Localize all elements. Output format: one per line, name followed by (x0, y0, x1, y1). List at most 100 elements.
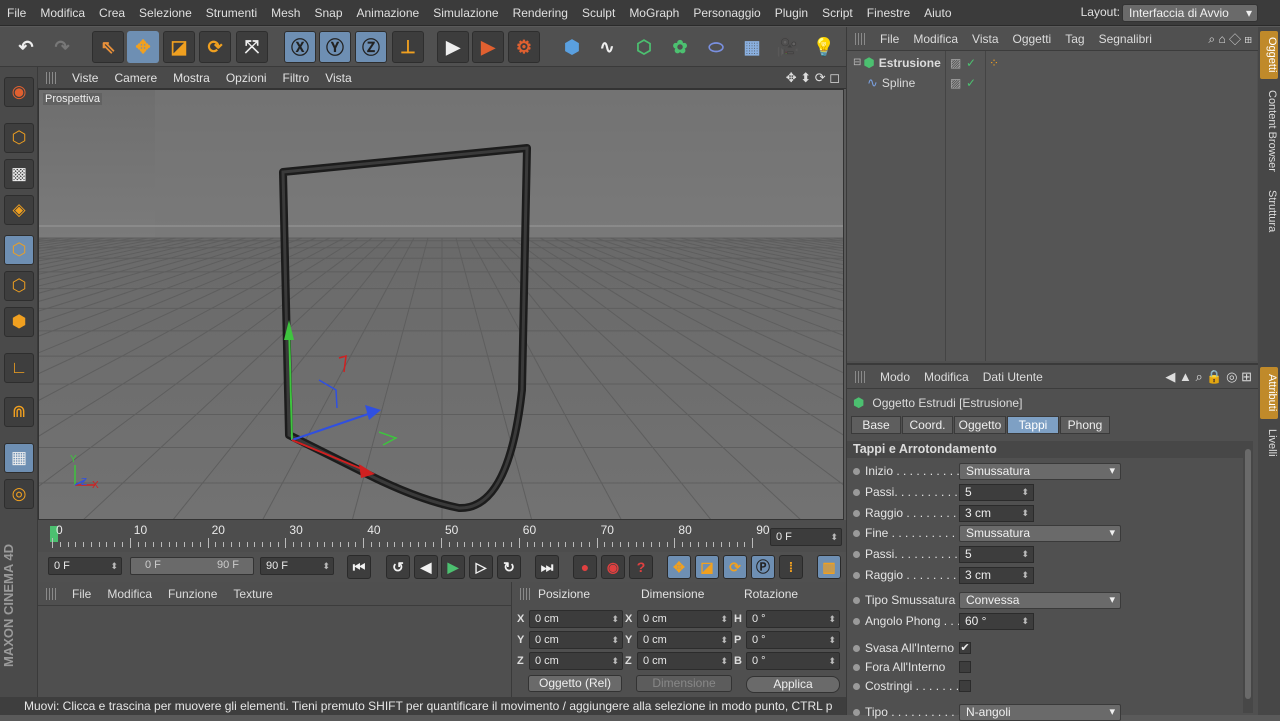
play-icon[interactable]: ▶ (441, 555, 465, 579)
axis-mode-icon[interactable]: ∟ (4, 353, 34, 383)
pos-z-field[interactable]: 0 cm (529, 652, 623, 670)
attr-checkbox[interactable]: ✔ (959, 642, 971, 654)
panel-grip[interactable] (46, 587, 58, 600)
dim-x-field[interactable]: 0 cm (637, 610, 732, 628)
panel-grip[interactable] (520, 588, 532, 600)
previous-key-icon[interactable]: ↺ (386, 555, 410, 579)
subdivision-surface-icon[interactable]: ⬡ (628, 31, 660, 63)
floor-icon[interactable]: ▦ (736, 31, 768, 63)
rot-p-field[interactable]: 0 ° (746, 631, 840, 649)
animate-dot-icon[interactable] (853, 644, 860, 652)
tree-item-estrusione[interactable]: ⊟ ⬢ Estrusione ▨ ✓ ⁘ (853, 53, 999, 72)
tab-oggetto[interactable]: Oggetto (954, 416, 1006, 434)
pos-x-field[interactable]: 0 cm (529, 610, 623, 628)
next-key-icon[interactable]: ↻ (497, 555, 521, 579)
material-menu-texture[interactable]: Texture (225, 587, 280, 601)
menu-mesh[interactable]: Mesh (264, 6, 307, 20)
z-axis-lock-icon[interactable]: Ⓩ (355, 31, 387, 63)
x-axis-lock-icon[interactable]: Ⓧ (284, 31, 316, 63)
attr-number-field[interactable]: 5 (959, 484, 1034, 501)
attr-scrollbar[interactable] (1243, 441, 1253, 713)
attr-menu-modo[interactable]: Modo (873, 370, 917, 384)
attr-checkbox[interactable] (959, 680, 971, 692)
side-tab-livelli[interactable]: Livelli (1260, 423, 1278, 463)
objects-menu-modifica[interactable]: Modifica (906, 32, 965, 46)
attr-dropdown[interactable]: N-angoli (959, 704, 1121, 721)
attr-menu-dati-utente[interactable]: Dati Utente (976, 370, 1050, 384)
viewport-navigation-icon[interactable]: ✥ ⬍ ⟳ ◻ (786, 70, 840, 86)
next-frame-icon[interactable]: ▷ (469, 555, 493, 579)
panel-grip[interactable] (855, 370, 867, 383)
redo-icon[interactable]: ↷ (46, 31, 78, 63)
workplane-rotate-icon[interactable]: ◎ (4, 479, 34, 509)
menu-sculpt[interactable]: Sculpt (575, 6, 622, 20)
objects-menu-file[interactable]: File (873, 32, 906, 46)
material-menu-file[interactable]: File (64, 587, 99, 601)
go-to-end-icon[interactable]: ⏭ (535, 555, 559, 579)
cube-icon[interactable]: ⬢ (556, 31, 588, 63)
attr-dropdown[interactable]: Smussatura (959, 463, 1121, 480)
menu-modifica[interactable]: Modifica (33, 6, 92, 20)
scale-tool-icon[interactable]: ◪ (163, 31, 195, 63)
menu-strumenti[interactable]: Strumenti (199, 6, 264, 20)
camera-icon[interactable]: 🎥 (772, 31, 804, 63)
polygons-mode-icon[interactable]: ⬢ (4, 307, 34, 337)
viewport-3d[interactable]: Prospettiva Y Z X (38, 89, 844, 520)
tab-base[interactable]: Base (851, 416, 901, 434)
menu-script[interactable]: Script (815, 6, 860, 20)
menu-personaggio[interactable]: Personaggio (686, 6, 767, 20)
key-position-icon[interactable]: ✥ (667, 555, 691, 579)
workplane-mode-icon[interactable]: ◈ (4, 195, 34, 225)
tag-icon[interactable]: ⁘ (989, 56, 999, 70)
previous-frame-icon[interactable]: ◀ (414, 555, 438, 579)
render-settings-icon[interactable]: ⚙ (508, 31, 540, 63)
panel-grip[interactable] (46, 71, 58, 84)
key-pla-icon[interactable]: ⁞ (779, 555, 803, 579)
menu-finestre[interactable]: Finestre (860, 6, 917, 20)
keyframe-selection-icon[interactable]: ? (629, 555, 653, 579)
objects-menu-tag[interactable]: Tag (1058, 32, 1091, 46)
animate-dot-icon[interactable] (853, 467, 860, 475)
attr-number-field[interactable]: 3 cm (959, 505, 1034, 522)
animate-dot-icon[interactable] (853, 571, 860, 579)
objects-menu-vista[interactable]: Vista (965, 32, 1005, 46)
points-mode-icon[interactable]: ⬡ (4, 235, 34, 265)
animate-dot-icon[interactable] (853, 550, 860, 558)
apply-button[interactable]: Applica (746, 676, 840, 693)
snap-magnet-icon[interactable]: ⋒ (4, 397, 34, 427)
attr-number-field[interactable]: 60 ° (959, 613, 1034, 630)
collapse-icon[interactable]: ⊟ (853, 57, 861, 68)
key-rotation-icon[interactable]: ⟳ (723, 555, 747, 579)
menu-selezione[interactable]: Selezione (132, 6, 199, 20)
side-tab-struttura[interactable]: Struttura (1260, 183, 1278, 239)
viewport-menu-viste[interactable]: Viste (64, 71, 106, 85)
edges-mode-icon[interactable]: ⬡ (4, 271, 34, 301)
attr-menu-modifica[interactable]: Modifica (917, 370, 976, 384)
go-to-start-icon[interactable]: ⏮ (347, 555, 371, 579)
viewport-menu-mostra[interactable]: Mostra (165, 71, 218, 85)
menu-aiuto[interactable]: Aiuto (917, 6, 958, 20)
timeline-ruler[interactable]: 0 10 20 30 40 50 60 70 80 90 0 F (38, 520, 846, 552)
coordinate-mode-select[interactable]: Oggetto (Rel) (528, 675, 622, 692)
make-editable-icon[interactable]: ◉ (4, 77, 34, 107)
deformer-icon[interactable]: ⬭ (700, 31, 732, 63)
layout-select[interactable]: Interfaccia di Avvio (1122, 4, 1258, 22)
animate-dot-icon[interactable] (853, 617, 860, 625)
menu-animazione[interactable]: Animazione (350, 6, 427, 20)
key-parameter-icon[interactable]: Ⓟ (751, 555, 775, 579)
side-tab-attributi[interactable]: Attributi (1260, 367, 1278, 419)
side-tab-oggetti[interactable]: Oggetti (1260, 31, 1278, 79)
viewport-menu-opzioni[interactable]: Opzioni (218, 71, 275, 85)
objects-search-icon[interactable]: ⌕ ⌂ ◇ ⊞ (1208, 32, 1252, 47)
texture-mode-icon[interactable]: ▩ (4, 159, 34, 189)
rot-h-field[interactable]: 0 ° (746, 610, 840, 628)
viewport-menu-filtro[interactable]: Filtro (275, 71, 318, 85)
tab-tappi[interactable]: Tappi (1007, 416, 1059, 434)
autokey-icon[interactable]: ◉ (601, 555, 625, 579)
coordinate-system-icon[interactable]: ⊥ (392, 31, 424, 63)
light-icon[interactable]: 💡 (808, 31, 840, 63)
pos-y-field[interactable]: 0 cm (529, 631, 623, 649)
animate-dot-icon[interactable] (853, 488, 860, 496)
menu-file[interactable]: File (0, 6, 33, 20)
record-keys-icon[interactable]: ● (573, 555, 597, 579)
